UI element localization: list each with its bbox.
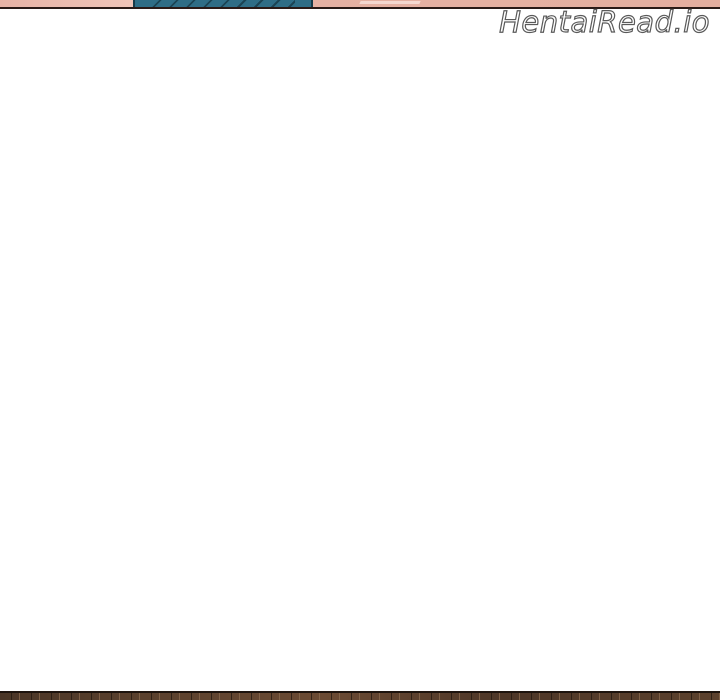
blank-gutter	[0, 9, 720, 692]
top-panel-highlight	[359, 1, 421, 4]
comic-page: HentaiRead.io	[0, 0, 720, 700]
top-panel-clothing	[133, 0, 313, 7]
site-watermark: HentaiRead.io	[498, 4, 710, 39]
bottom-panel-art-edge	[0, 691, 720, 700]
